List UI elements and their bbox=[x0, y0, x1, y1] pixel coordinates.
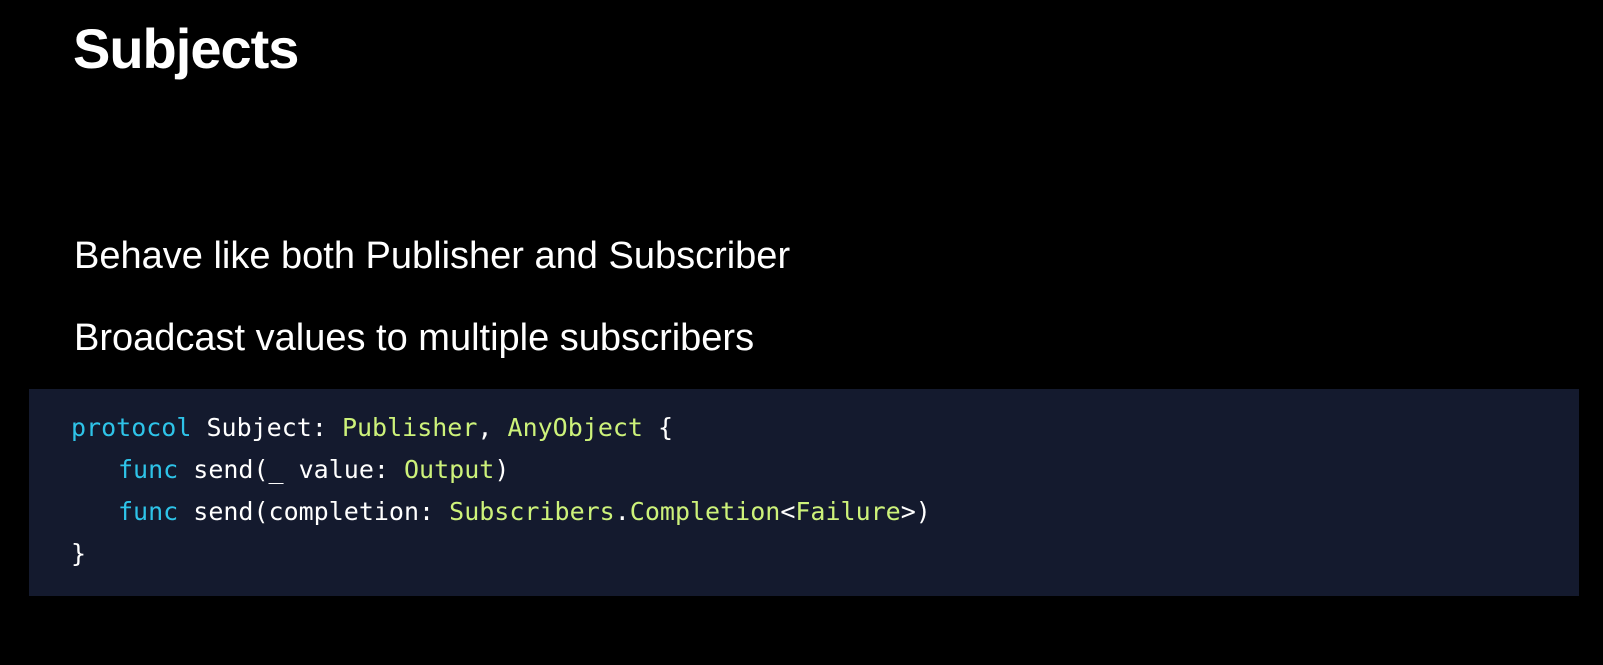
bullet-behave: Behave like both Publisher and Subscribe… bbox=[74, 235, 791, 277]
code-block: protocol Subject: Publisher, AnyObject {… bbox=[71, 407, 931, 575]
keyword-func: func bbox=[118, 497, 179, 526]
keyword-protocol: protocol bbox=[71, 413, 192, 442]
send-completion-signature: send(completion: bbox=[178, 497, 450, 526]
separator: , bbox=[477, 413, 508, 442]
generic-close: >) bbox=[900, 497, 931, 526]
protocol-name: Subject: bbox=[191, 413, 342, 442]
type-subscribers: Subscribers bbox=[449, 497, 615, 526]
slide-title: Subjects bbox=[73, 17, 299, 80]
code-line-protocol: protocol Subject: Publisher, AnyObject { bbox=[71, 407, 931, 449]
dot: . bbox=[614, 497, 630, 526]
close-brace: } bbox=[71, 539, 87, 568]
bullet-broadcast: Broadcast values to multiple subscribers bbox=[74, 317, 755, 359]
code-line-send-value: func send(_ value: Output) bbox=[71, 449, 931, 491]
type-anyobject: AnyObject bbox=[507, 413, 643, 442]
code-panel: protocol Subject: Publisher, AnyObject {… bbox=[29, 389, 1579, 596]
close-paren: ) bbox=[494, 455, 510, 484]
type-output: Output bbox=[404, 455, 495, 484]
type-publisher: Publisher bbox=[341, 413, 478, 442]
open-brace: { bbox=[642, 413, 674, 442]
generic-open: < bbox=[780, 497, 796, 526]
code-line-close: } bbox=[71, 533, 931, 575]
send-value-signature: send(_ value: bbox=[178, 455, 404, 484]
type-failure: Failure bbox=[795, 497, 901, 526]
type-completion: Completion bbox=[629, 497, 781, 526]
keyword-func: func bbox=[118, 455, 179, 484]
code-line-send-completion: func send(completion: Subscribers.Comple… bbox=[71, 491, 931, 533]
